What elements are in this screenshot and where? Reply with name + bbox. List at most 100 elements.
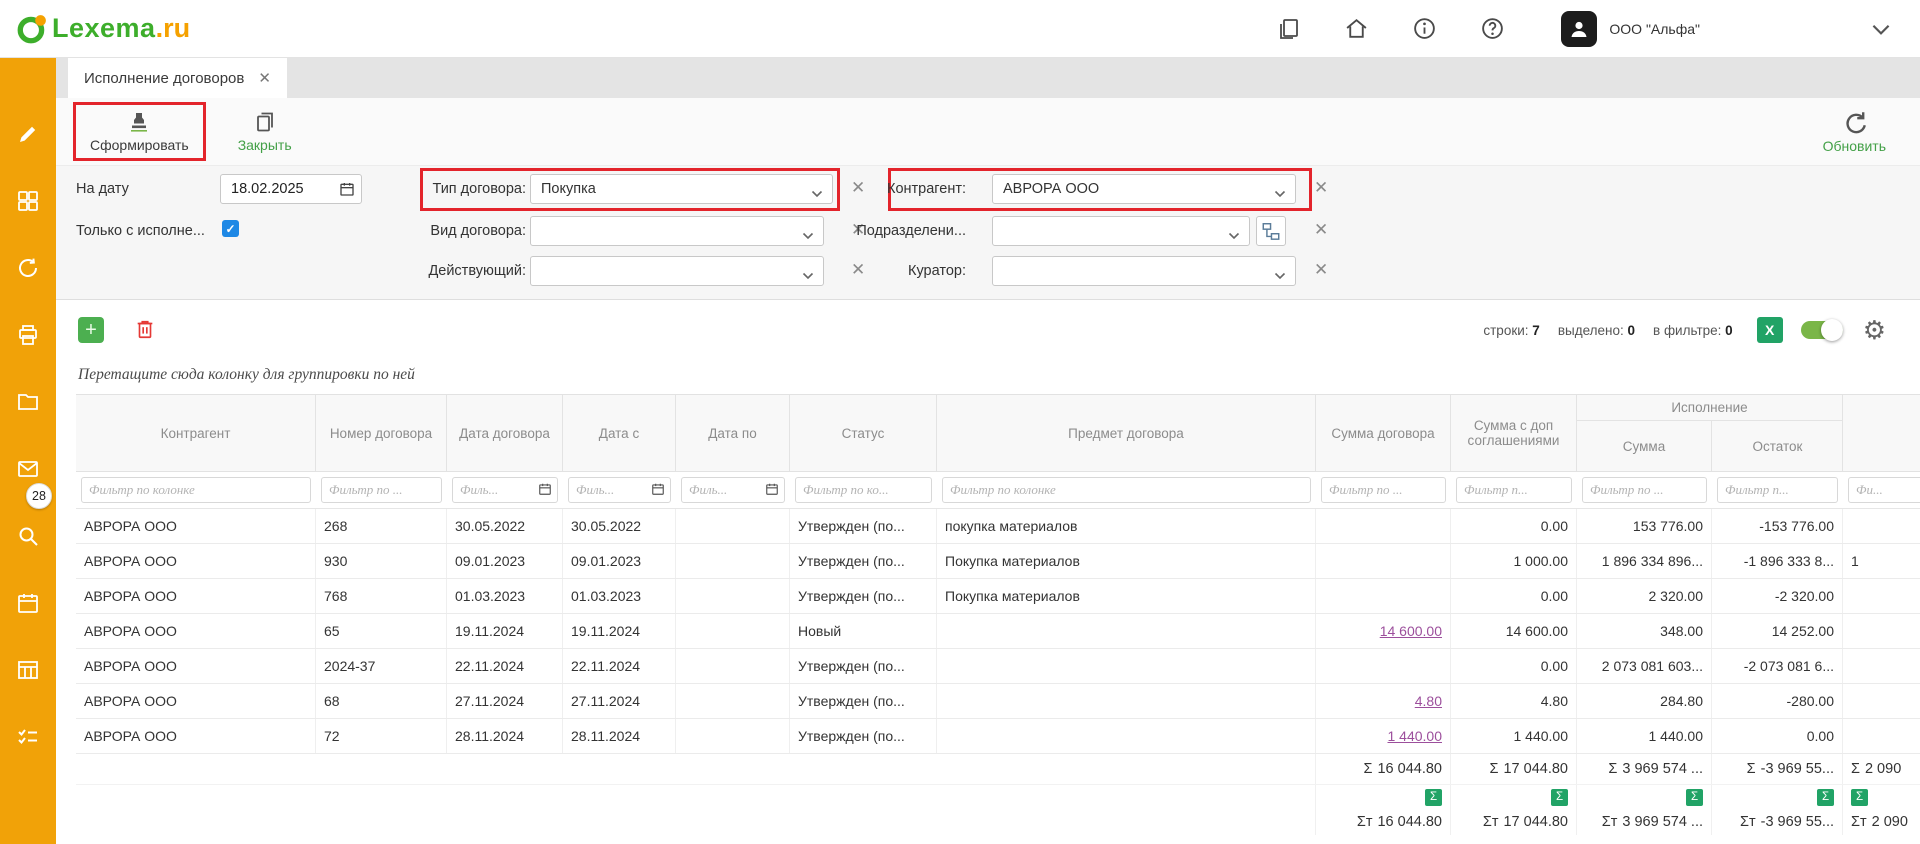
only-executed-checkbox[interactable]: ✓: [222, 220, 239, 237]
grid-toggle[interactable]: [1801, 321, 1843, 339]
calendar-icon[interactable]: [538, 482, 552, 499]
sum-badge-icon[interactable]: Σ: [1425, 789, 1442, 806]
cell-status: Утвержден (по...: [790, 509, 937, 543]
filter-panel: На дату Тип договора: Покупка ✕ Контраге…: [56, 166, 1920, 300]
column-filter-input[interactable]: [795, 477, 932, 503]
active-label: Действующий:: [406, 263, 526, 279]
calendar-icon[interactable]: [16, 591, 40, 615]
print-icon[interactable]: [16, 323, 40, 347]
col-date-to[interactable]: Дата по: [676, 395, 790, 471]
col-date-from[interactable]: Дата с: [563, 395, 676, 471]
contract-sum-link[interactable]: 4.80: [1415, 693, 1442, 709]
col-contract-date[interactable]: Дата договора: [447, 395, 563, 471]
total-t-contract-sum: Σт16 044.80: [1316, 809, 1451, 835]
table-row[interactable]: АВРОРА ООО 68 27.11.2024 27.11.2024 Утве…: [76, 684, 1920, 719]
col-sum-with-addons[interactable]: Сумма с доп соглашениями: [1451, 395, 1577, 471]
contract-sum-link[interactable]: 1 440.00: [1388, 728, 1443, 744]
column-filter-input[interactable]: [1321, 477, 1446, 503]
col-extra[interactable]: [1843, 395, 1920, 471]
documents-icon[interactable]: [1275, 16, 1301, 42]
active-select[interactable]: [530, 256, 824, 286]
cell-contract-date: 27.11.2024: [447, 684, 563, 718]
cell-sum-with-addons: 0.00: [1451, 509, 1577, 543]
info-icon[interactable]: [1411, 16, 1437, 42]
tasks-icon[interactable]: [16, 725, 40, 749]
table-row[interactable]: АВРОРА ООО 65 19.11.2024 19.11.2024 Новы…: [76, 614, 1920, 649]
add-row-button[interactable]: +: [78, 317, 104, 343]
sum-badge-icon[interactable]: Σ: [1851, 789, 1868, 806]
curator-select[interactable]: [992, 256, 1296, 286]
chevron-down-icon[interactable]: [1868, 16, 1894, 42]
col-exec-sum[interactable]: Сумма: [1577, 421, 1712, 471]
col-subject[interactable]: Предмет договора: [937, 395, 1316, 471]
col-contract-number[interactable]: Номер договора: [316, 395, 447, 471]
column-filter-input[interactable]: [321, 477, 442, 503]
search-icon[interactable]: [16, 524, 40, 548]
column-filter-input[interactable]: [1848, 477, 1920, 503]
table-row[interactable]: АВРОРА ООО 768 01.03.2023 01.03.2023 Утв…: [76, 579, 1920, 614]
modules-icon[interactable]: [16, 189, 40, 213]
calendar-icon[interactable]: [651, 482, 665, 499]
cell-contract-date: 22.11.2024: [447, 649, 563, 683]
user-avatar[interactable]: [1561, 11, 1597, 47]
lexema-logo[interactable]: Lexema.ru: [16, 13, 190, 45]
col-counterparty[interactable]: Контрагент: [76, 395, 316, 471]
column-filter-input[interactable]: [81, 477, 311, 503]
total-t-exec-sum: Σт3 969 574 ...: [1577, 809, 1712, 835]
contract-sum-link[interactable]: 14 600.00: [1380, 623, 1442, 639]
close-button[interactable]: Закрыть: [234, 108, 296, 155]
cell-contract-number: 268: [316, 509, 447, 543]
mail-icon[interactable]: [16, 457, 40, 481]
division-select[interactable]: [992, 216, 1250, 246]
cell-date-to: [676, 649, 790, 683]
counterparty-clear-icon[interactable]: ✕: [1314, 179, 1328, 196]
refresh-button[interactable]: Обновить: [1819, 107, 1890, 156]
contract-type-select[interactable]: Покупка: [530, 174, 833, 204]
table-row[interactable]: АВРОРА ООО 930 09.01.2023 09.01.2023 Утв…: [76, 544, 1920, 579]
counterparty-select[interactable]: АВРОРА ООО: [992, 174, 1296, 204]
column-filter-input[interactable]: [1717, 477, 1838, 503]
col-status[interactable]: Статус: [790, 395, 937, 471]
column-filter-input[interactable]: [1582, 477, 1707, 503]
edit-icon[interactable]: [16, 122, 40, 146]
column-filter-input[interactable]: [1456, 477, 1572, 503]
active-clear-icon[interactable]: ✕: [851, 261, 865, 278]
calendar-icon[interactable]: [765, 482, 779, 499]
total-extra: Σ2 090: [1843, 754, 1920, 784]
cell-date-to: [676, 614, 790, 648]
col-exec-remainder[interactable]: Остаток: [1712, 421, 1843, 471]
contract-type-value: Покупка: [541, 181, 596, 197]
contract-kind-select[interactable]: [530, 216, 824, 246]
registry-icon[interactable]: [16, 658, 40, 682]
table-row[interactable]: АВРОРА ООО 268 30.05.2022 30.05.2022 Утв…: [76, 509, 1920, 544]
sum-badge-icon[interactable]: Σ: [1817, 789, 1834, 806]
calendar-icon[interactable]: [339, 181, 355, 201]
sum-badge-icon[interactable]: Σ: [1551, 789, 1568, 806]
table-row[interactable]: АВРОРА ООО 2024-37 22.11.2024 22.11.2024…: [76, 649, 1920, 684]
curator-clear-icon[interactable]: ✕: [1314, 261, 1328, 278]
contract-type-clear-icon[interactable]: ✕: [851, 179, 865, 196]
division-tree-button[interactable]: [1256, 216, 1286, 246]
division-clear-icon[interactable]: ✕: [1314, 221, 1328, 238]
company-name: ООО "Альфа": [1609, 21, 1700, 37]
sync-icon[interactable]: [16, 256, 40, 280]
cell-counterparty: АВРОРА ООО: [76, 544, 316, 578]
cell-contract-date: 28.11.2024: [447, 719, 563, 753]
folder-icon[interactable]: [16, 390, 40, 414]
col-contract-sum[interactable]: Сумма договора: [1316, 395, 1451, 471]
export-excel-button[interactable]: X: [1757, 317, 1783, 343]
cell-contract-number: 930: [316, 544, 447, 578]
delete-row-button[interactable]: [134, 318, 156, 343]
tab-contract-execution[interactable]: Исполнение договоров ✕: [68, 58, 287, 98]
cell-date-from: 27.11.2024: [563, 684, 676, 718]
table-row[interactable]: АВРОРА ООО 72 28.11.2024 28.11.2024 Утве…: [76, 719, 1920, 754]
cell-exec-sum: 1 896 334 896...: [1577, 544, 1712, 578]
generate-button[interactable]: Сформировать: [86, 108, 193, 155]
cell-exec-remainder: -1 896 333 8...: [1712, 544, 1843, 578]
tab-close-icon[interactable]: ✕: [258, 69, 271, 87]
column-filter-input[interactable]: [942, 477, 1311, 503]
sum-badge-icon[interactable]: Σ: [1686, 789, 1703, 806]
grid-settings-gear-icon[interactable]: ⚙: [1863, 317, 1886, 343]
home-icon[interactable]: [1343, 16, 1369, 42]
help-icon[interactable]: [1479, 16, 1505, 42]
